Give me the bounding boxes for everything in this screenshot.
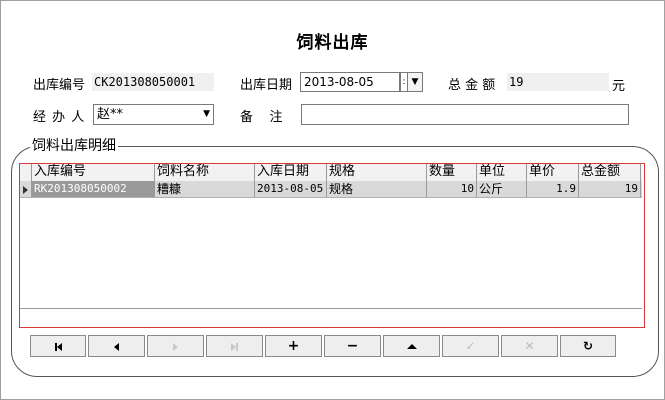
- cell-qty[interactable]: 10: [427, 181, 477, 197]
- grid-header: 入库编号 饲料名称 入库日期 规格 数量 单位 单价 总金额: [20, 164, 642, 182]
- out-date-field[interactable]: 2013-08-05: [300, 72, 400, 92]
- out-date-label: 出库日期: [240, 78, 293, 93]
- last-record-icon: [231, 336, 238, 356]
- post-edit-button[interactable]: ✓: [442, 335, 499, 357]
- add-record-button[interactable]: +: [265, 335, 322, 357]
- header-indicator: [20, 164, 32, 181]
- refresh-button[interactable]: ↻: [560, 335, 616, 357]
- previous-record-icon: [114, 342, 119, 351]
- post-icon: ✓: [465, 339, 476, 353]
- delete-icon: −: [346, 338, 359, 354]
- next-record-icon: [173, 342, 178, 351]
- cancel-edit-button[interactable]: ✕: [501, 335, 558, 357]
- cell-in-no[interactable]: RK201308050002: [32, 181, 155, 197]
- column-header-total[interactable]: 总金额: [579, 164, 641, 181]
- column-header-in-date[interactable]: 入库日期: [255, 164, 327, 181]
- column-header-unit[interactable]: 单位: [477, 164, 527, 181]
- current-row-icon: [23, 185, 28, 194]
- cell-name[interactable]: 糟糠: [155, 181, 255, 197]
- grid-scroll-divider: [20, 308, 642, 309]
- cancel-icon: ✕: [524, 339, 535, 353]
- note-label: 备 注: [240, 110, 283, 125]
- table-row[interactable]: RK201308050002 糟糠 2013-08-05 规格 10 公斤 1.…: [20, 181, 642, 198]
- last-record-button[interactable]: [206, 335, 263, 357]
- currency-label: 元: [612, 79, 626, 94]
- column-header-in-no[interactable]: 入库编号: [32, 164, 155, 181]
- out-no-label: 出库编号: [33, 78, 86, 93]
- edit-record-button[interactable]: [383, 335, 440, 357]
- column-header-name[interactable]: 饲料名称: [155, 164, 255, 181]
- cell-price[interactable]: 1.9: [527, 181, 579, 197]
- out-date-dropdown-button[interactable]: ▼: [407, 72, 423, 92]
- row-indicator: [20, 181, 32, 197]
- handler-select[interactable]: 赵** ▼: [93, 104, 214, 125]
- column-header-spec[interactable]: 规格: [327, 164, 427, 181]
- cell-total[interactable]: 19: [579, 181, 641, 197]
- page-title: 饲料出库: [296, 33, 369, 53]
- refresh-icon: ↻: [582, 339, 594, 353]
- add-icon: +: [287, 338, 300, 354]
- delete-record-button[interactable]: −: [324, 335, 381, 357]
- next-record-button[interactable]: [147, 335, 204, 357]
- total-label: 总 金 额: [448, 78, 496, 93]
- cell-in-date[interactable]: 2013-08-05: [255, 181, 327, 197]
- handler-label: 经 办 人: [33, 110, 86, 125]
- detail-grid[interactable]: 入库编号 饲料名称 入库日期 规格 数量 单位 单价 总金额 RK2013080…: [19, 163, 645, 328]
- column-header-qty[interactable]: 数量: [427, 164, 477, 181]
- previous-record-button[interactable]: [88, 335, 145, 357]
- first-record-icon: [54, 336, 62, 356]
- edit-icon: [406, 344, 417, 349]
- chevron-down-icon: ▼: [203, 109, 210, 119]
- column-header-price[interactable]: 单价: [527, 164, 579, 181]
- first-record-button[interactable]: [30, 335, 86, 357]
- chevron-down-icon: ▼: [411, 77, 419, 87]
- out-no-field: CK201308050001: [92, 73, 214, 91]
- note-input[interactable]: [301, 104, 629, 125]
- detail-group-title: 饲料出库明细: [30, 135, 118, 155]
- cell-spec[interactable]: 规格: [327, 181, 427, 197]
- handler-value: 赵**: [97, 107, 124, 122]
- cell-unit[interactable]: 公斤: [477, 181, 527, 197]
- total-field: 19: [507, 73, 609, 91]
